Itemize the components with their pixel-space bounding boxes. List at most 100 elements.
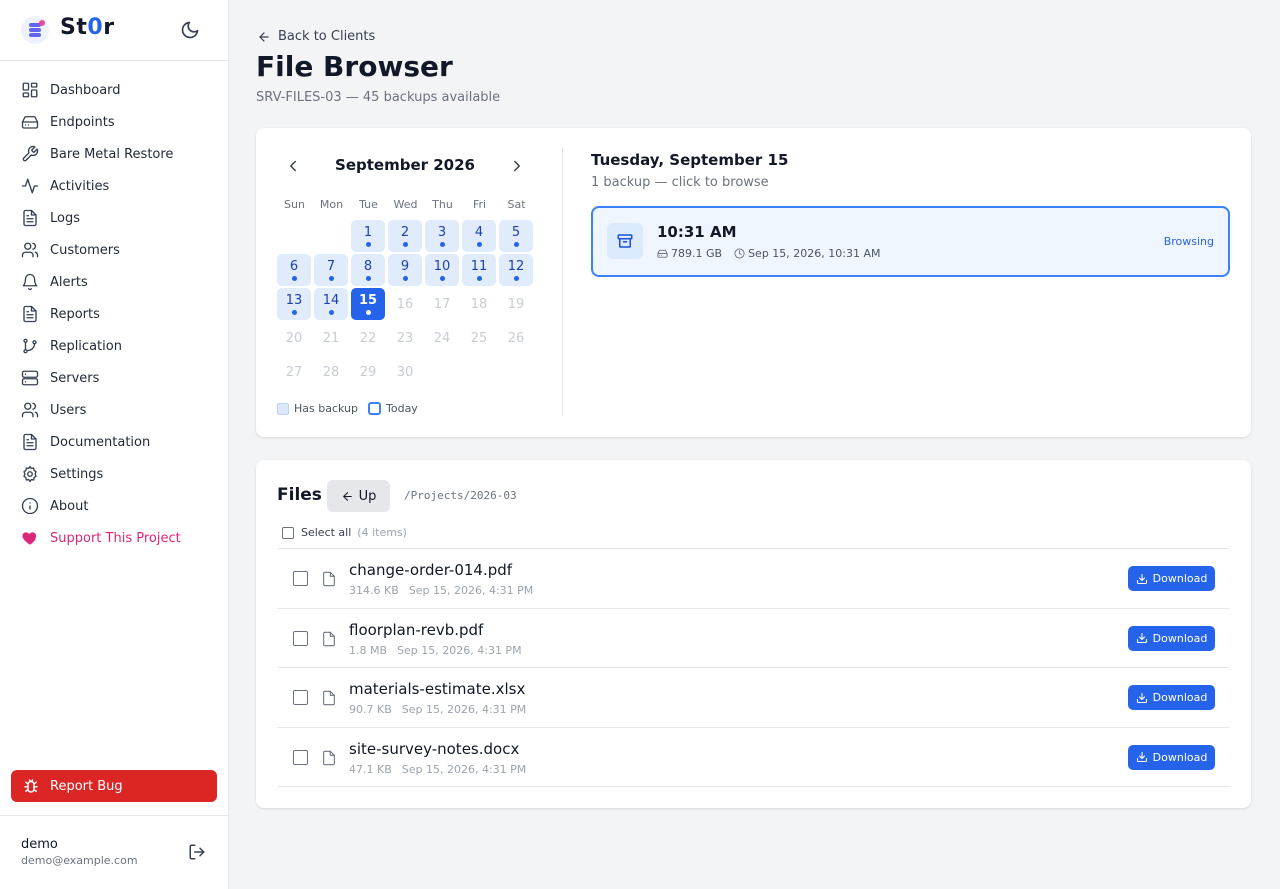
- file-row: materials-estimate.xlsx 90.7 KB Sep 15, 20…: [277, 668, 1230, 728]
- select-all-checkbox[interactable]: [282, 526, 294, 539]
- sidebar-item-logs[interactable]: Logs: [0, 202, 229, 234]
- file-name[interactable]: materials-estimate.xlsx: [349, 680, 525, 698]
- sidebar-item-documentation[interactable]: Documentation: [0, 426, 229, 458]
- selected-day-title: Tuesday, September 15: [591, 151, 789, 169]
- up-button[interactable]: Up: [327, 480, 390, 512]
- backup-dot: [477, 242, 482, 247]
- calendar-day[interactable]: 4: [462, 220, 496, 252]
- current-path: /Projects/2026-03: [404, 489, 517, 502]
- legend-today-swatch: [368, 402, 381, 415]
- sidebar-item-alerts[interactable]: Alerts: [0, 266, 229, 298]
- file-date: Sep 15, 2026, 4:31 PM: [401, 703, 527, 716]
- activity-icon: [21, 177, 39, 195]
- file-date: Sep 15, 2026, 4:31 PM: [401, 762, 527, 776]
- download-button[interactable]: Download: [1128, 566, 1215, 591]
- calendar-day[interactable]: 2: [388, 220, 422, 252]
- backup-size: 789.1 GB: [671, 247, 723, 260]
- calendar-day[interactable]: 8: [351, 254, 385, 286]
- calendar-day[interactable]: 15: [351, 288, 385, 320]
- weekday-label: Sat: [507, 198, 526, 211]
- file-name[interactable]: floorplan-revb.pdf: [349, 621, 483, 639]
- backup-time: 10:31 AM: [657, 223, 737, 241]
- backup-item[interactable]: 10:31 AM 789.1 GB Sep 15, 2026, 10:31 AM…: [591, 206, 1230, 277]
- download-button[interactable]: Download: [1128, 744, 1215, 770]
- download-icon: [1136, 751, 1148, 763]
- sidebar-item-about[interactable]: About: [0, 490, 229, 522]
- file-checkbox[interactable]: [293, 571, 308, 586]
- file-text-icon: [21, 209, 39, 227]
- file-meta: 1.8 MB Sep 15, 2026, 4:31 PM: [349, 644, 522, 657]
- weekday-label: Fri: [472, 198, 487, 211]
- download-label: Download: [1152, 572, 1208, 585]
- calendar-day[interactable]: 7: [314, 254, 348, 286]
- file-date: Sep 15, 2026, 4:31 PM: [397, 643, 522, 657]
- calendar-day[interactable]: 6: [277, 254, 311, 286]
- sidebar-item-replication[interactable]: Replication: [0, 330, 229, 362]
- calendar-day[interactable]: 13: [277, 288, 311, 320]
- calendar-day: 30: [396, 365, 414, 380]
- file-name[interactable]: change-order-014.pdf: [349, 561, 512, 579]
- back-link-label: Back to Clients: [278, 29, 376, 44]
- sidebar-item-support-this-project[interactable]: Support This Project: [0, 522, 229, 554]
- prev-month-button[interactable]: [284, 157, 302, 175]
- calendar-day[interactable]: 14: [314, 288, 348, 320]
- calendar-day[interactable]: 11: [462, 254, 496, 286]
- sidebar-nav: Dashboard Endpoints Bare Metal Restore Acti…: [0, 74, 229, 554]
- sidebar-item-settings[interactable]: Settings: [0, 458, 229, 490]
- backup-dot: [440, 242, 445, 247]
- download-label: Download: [1152, 750, 1208, 764]
- gear-icon: [21, 465, 39, 483]
- sidebar-item-dashboard[interactable]: Dashboard: [0, 74, 229, 106]
- calendar-day[interactable]: 10: [425, 254, 459, 286]
- download-button[interactable]: Download: [1128, 685, 1215, 710]
- calendar-day[interactable]: 1: [351, 220, 385, 252]
- logout-icon[interactable]: [188, 843, 206, 861]
- file-size: 90.7 KB: [349, 703, 392, 716]
- back-to-clients-link[interactable]: Back to Clients: [257, 29, 375, 44]
- bell-icon: [21, 273, 39, 291]
- file-checkbox[interactable]: [293, 749, 308, 765]
- sidebar-item-customers[interactable]: Customers: [0, 234, 229, 266]
- calendar-day: 24: [433, 331, 451, 346]
- sidebar-item-bare-metal-restore[interactable]: Bare Metal Restore: [0, 138, 229, 170]
- moon-icon[interactable]: [180, 20, 200, 40]
- file-text-icon: [21, 305, 39, 323]
- calendar-day[interactable]: 3: [425, 220, 459, 252]
- sidebar-item-servers[interactable]: Servers: [0, 362, 229, 394]
- calendar-day: 22: [359, 331, 377, 346]
- calendar-day: 28: [322, 365, 340, 380]
- calendar-day: 27: [285, 365, 303, 380]
- next-month-button[interactable]: [508, 157, 526, 175]
- file-icon: [321, 689, 337, 707]
- legend-today: Today: [368, 402, 418, 415]
- download-icon: [1136, 692, 1148, 704]
- bug-icon: [22, 777, 40, 795]
- user-panel: demo demo@example.com: [0, 815, 229, 889]
- sidebar-item-reports[interactable]: Reports: [0, 298, 229, 330]
- file-name[interactable]: site-survey-notes.docx: [349, 740, 519, 758]
- sidebar-item-endpoints[interactable]: Endpoints: [0, 106, 229, 138]
- sidebar-item-label: Replication: [50, 338, 122, 354]
- report-bug-button[interactable]: Report Bug: [11, 770, 217, 802]
- download-button[interactable]: Download: [1128, 625, 1215, 651]
- weekday-label: Sun: [284, 198, 305, 211]
- sidebar-item-users[interactable]: Users: [0, 394, 229, 426]
- file-checkbox[interactable]: [293, 690, 308, 705]
- backup-dot: [440, 276, 445, 281]
- calendar-day[interactable]: 9: [388, 254, 422, 286]
- dashboard-icon: [21, 81, 39, 99]
- items-count: (4 items): [357, 526, 407, 539]
- file-icon: [321, 749, 337, 767]
- backup-dot: [477, 276, 482, 281]
- file-checkbox[interactable]: [293, 630, 308, 646]
- sidebar-item-activities[interactable]: Activities: [0, 170, 229, 202]
- sidebar: St0r Dashboard Endpoints Bare Metal Restor…: [0, 0, 229, 889]
- heart-icon: [21, 529, 39, 547]
- select-all-label: Select all: [301, 526, 352, 539]
- calendar-day[interactable]: 12: [499, 254, 533, 286]
- logo-icon: [21, 16, 49, 44]
- select-all: Select all (4 items): [282, 526, 407, 539]
- backup-dot: [292, 276, 297, 281]
- files-card: Files Up /Projects/2026-03 Select all (4…: [256, 460, 1251, 808]
- calendar-day[interactable]: 5: [499, 220, 533, 252]
